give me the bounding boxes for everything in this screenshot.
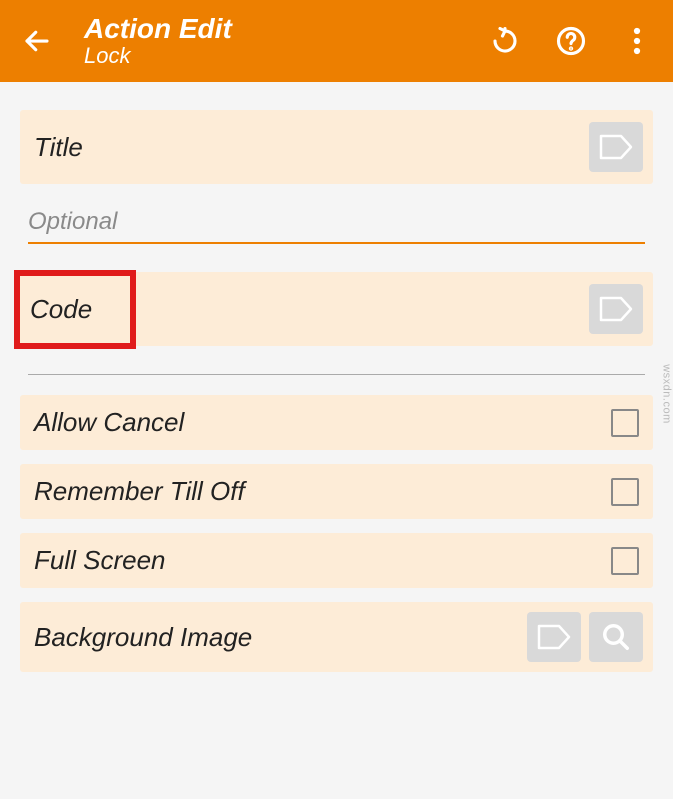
remember-row[interactable]: Remember Till Off xyxy=(20,464,653,519)
allow-cancel-row[interactable]: Allow Cancel xyxy=(20,395,653,450)
watermark: wsxdn.com xyxy=(661,364,673,424)
arrow-left-icon xyxy=(22,26,52,56)
full-screen-label: Full Screen xyxy=(34,545,611,576)
title-section[interactable]: Title xyxy=(20,110,653,184)
title-input-row xyxy=(20,198,653,244)
app-header: Action Edit Lock xyxy=(0,0,673,82)
tag-icon xyxy=(599,296,633,322)
bg-image-tag-button[interactable] xyxy=(527,612,581,662)
header-titles: Action Edit Lock xyxy=(84,14,487,69)
code-section[interactable]: Code xyxy=(20,272,653,346)
remember-checkbox[interactable] xyxy=(611,478,639,506)
undo-icon xyxy=(490,26,520,56)
tag-icon xyxy=(537,624,571,650)
more-vert-icon xyxy=(633,26,641,56)
content-area: Title Code Allow Cancel Remember Till Of… xyxy=(0,82,673,672)
remember-label: Remember Till Off xyxy=(34,476,611,507)
full-screen-checkbox[interactable] xyxy=(611,547,639,575)
title-tag-button[interactable] xyxy=(589,122,643,172)
full-screen-row[interactable]: Full Screen xyxy=(20,533,653,588)
title-label: Title xyxy=(34,132,581,163)
undo-button[interactable] xyxy=(487,23,523,59)
help-icon xyxy=(556,26,586,56)
code-tag-button[interactable] xyxy=(589,284,643,334)
page-title: Action Edit xyxy=(84,14,487,45)
back-button[interactable] xyxy=(18,22,56,60)
page-subtitle: Lock xyxy=(84,44,487,68)
tag-icon xyxy=(599,134,633,160)
bg-image-label: Background Image xyxy=(34,622,519,653)
bg-image-search-button[interactable] xyxy=(589,612,643,662)
code-label: Code xyxy=(30,294,112,324)
header-actions xyxy=(487,23,655,59)
overflow-menu-button[interactable] xyxy=(619,23,655,59)
code-highlight: Code xyxy=(14,270,136,349)
allow-cancel-label: Allow Cancel xyxy=(34,407,611,438)
search-icon xyxy=(601,622,631,652)
bg-image-row[interactable]: Background Image xyxy=(20,602,653,672)
title-input[interactable] xyxy=(28,202,645,244)
help-button[interactable] xyxy=(553,23,589,59)
allow-cancel-checkbox[interactable] xyxy=(611,409,639,437)
divider xyxy=(28,374,645,375)
